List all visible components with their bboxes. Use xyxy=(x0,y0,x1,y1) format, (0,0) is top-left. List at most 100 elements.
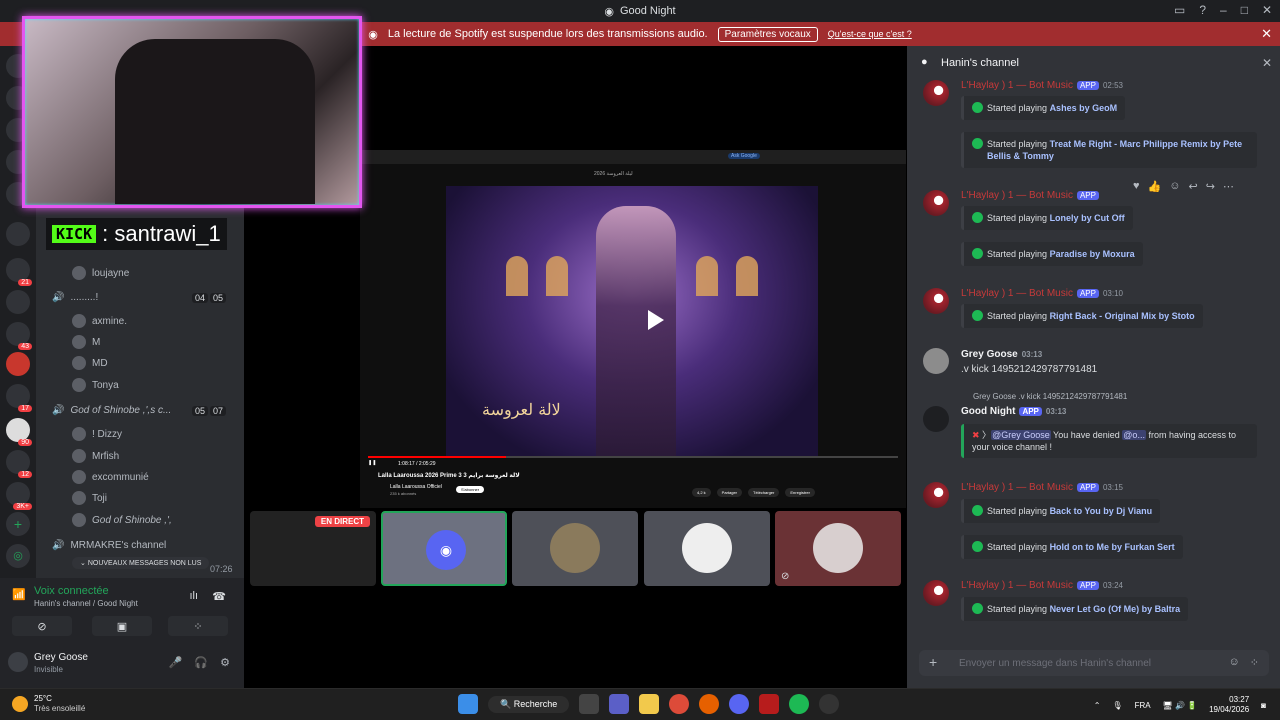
close-chat-icon[interactable]: ✕ xyxy=(1262,56,1272,70)
help-icon[interactable]: ? xyxy=(1199,3,1206,17)
discord-taskbar-icon[interactable] xyxy=(729,694,750,714)
server-icon[interactable] xyxy=(6,222,30,246)
track-link[interactable]: Never Let Go (Of Me) by Baltra xyxy=(1050,604,1181,614)
voice-location[interactable]: Hanin's channel / Good Night xyxy=(34,599,138,608)
message-input[interactable]: + Envoyer un message dans Hanin's channe… xyxy=(919,650,1269,676)
firefox-icon[interactable] xyxy=(699,694,720,714)
download-button[interactable]: Télécharger xyxy=(748,488,780,497)
avatar[interactable] xyxy=(8,652,28,672)
weather-widget[interactable]: 25°C Très ensoleillé xyxy=(12,694,85,714)
clock[interactable]: 03:27 19/04/2026 xyxy=(1209,695,1249,715)
message-author[interactable]: L'Haylay ) 1 — Bot Music APP xyxy=(961,190,1099,201)
track-link[interactable]: Paradise by Moxura xyxy=(1050,249,1135,259)
screen-share-button[interactable]: ▣ xyxy=(92,616,152,636)
save-button[interactable]: Enregistrer xyxy=(785,488,815,497)
track-link[interactable]: Hold on to Me by Furkan Sert xyxy=(1050,542,1175,552)
share-button[interactable]: Partager xyxy=(716,488,743,497)
voice-user[interactable]: MD xyxy=(72,356,108,370)
user-mention[interactable]: @Grey Goose xyxy=(991,430,1051,440)
ask-google-pill[interactable]: Ask Google xyxy=(728,153,760,159)
avatar[interactable] xyxy=(923,80,949,106)
voice-settings-button[interactable]: Paramètres vocaux xyxy=(717,26,818,42)
microphone-icon[interactable]: 🎤 xyxy=(169,656,183,669)
forward-icon[interactable]: ↪ xyxy=(1206,180,1215,193)
language-indicator[interactable]: FRA xyxy=(1135,701,1151,710)
avatar[interactable] xyxy=(923,288,949,314)
inbox-icon[interactable]: ▭ xyxy=(1174,3,1185,17)
voice-user[interactable]: loujayne xyxy=(72,266,129,280)
server-icon[interactable] xyxy=(6,290,30,314)
disconnect-icon[interactable]: ☎ xyxy=(212,590,226,603)
reply-preview[interactable]: Grey Goose .v kick 1495212429787791481 xyxy=(973,392,1127,401)
pause-icon[interactable]: ❚❚ xyxy=(368,460,376,466)
obs-icon[interactable] xyxy=(819,694,840,714)
task-view-icon[interactable] xyxy=(579,694,600,714)
chat-app-icon[interactable] xyxy=(609,694,630,714)
attach-icon[interactable]: + xyxy=(929,654,937,670)
taskbar-search[interactable]: 🔍 Recherche xyxy=(488,695,570,713)
emoji-icon[interactable]: ☺ xyxy=(1229,656,1240,669)
server-icon[interactable]: 17 xyxy=(6,384,32,412)
progress-bar[interactable] xyxy=(368,456,898,458)
avatar[interactable] xyxy=(923,406,949,432)
message-author[interactable]: L'Haylay ) 1 — Bot Music APP 03:15 xyxy=(961,482,1123,493)
thumbs-up-icon[interactable]: 👍 xyxy=(1148,180,1162,193)
add-server-icon[interactable]: + xyxy=(6,512,30,536)
message-author[interactable]: Good Night APP 03:13 xyxy=(961,406,1066,417)
server-icon[interactable]: 12 xyxy=(6,450,32,478)
add-reaction-icon[interactable]: ☺ xyxy=(1169,180,1180,193)
banner-info-link[interactable]: Qu'est-ce que c'est ? xyxy=(828,29,912,39)
notification-icon[interactable]: ◙ xyxy=(1261,701,1266,710)
minimize-button[interactable]: – xyxy=(1220,3,1227,17)
server-icon[interactable] xyxy=(6,352,30,376)
voice-user[interactable]: excommunié xyxy=(72,470,149,484)
subscribe-button[interactable]: S'abonner xyxy=(456,486,485,493)
voice-user[interactable]: Toji xyxy=(72,491,107,505)
noise-icon[interactable]: ılı xyxy=(189,590,198,602)
message-author[interactable]: L'Haylay ) 1 — Bot Music APP 03:24 xyxy=(961,580,1123,591)
discover-icon[interactable]: ◎ xyxy=(6,544,30,568)
avatar[interactable] xyxy=(923,482,949,508)
participant-tile[interactable] xyxy=(644,511,770,586)
track-link[interactable]: Ashes by GeoM xyxy=(1050,103,1118,113)
app-icon[interactable] xyxy=(759,694,780,714)
close-window-button[interactable]: ✕ xyxy=(1262,3,1272,17)
play-icon[interactable] xyxy=(648,310,664,330)
voice-channel[interactable]: 🔊.........! 04 05 xyxy=(52,292,234,303)
banner-close-icon[interactable]: ✕ xyxy=(1261,26,1272,42)
participant-tile[interactable]: ⊘ xyxy=(775,511,901,586)
voice-channel[interactable]: 🔊 MRMAKRE's channel xyxy=(52,540,166,551)
activities-button[interactable]: ⁘ xyxy=(168,616,228,636)
participant-tile[interactable] xyxy=(512,511,638,586)
message-author[interactable]: L'Haylay ) 1 — Bot Music APP 02:53 xyxy=(961,80,1123,91)
channel-name[interactable]: Lalla Laaroussa Officiel xyxy=(390,484,442,490)
server-icon[interactable]: 21 xyxy=(6,258,32,286)
spotify-taskbar-icon[interactable] xyxy=(789,694,810,714)
track-link[interactable]: Lonely by Cut Off xyxy=(1050,213,1125,223)
voice-user[interactable]: M xyxy=(72,335,100,349)
voice-user[interactable]: ! Dizzy xyxy=(72,427,122,441)
user-mention[interactable]: @o... xyxy=(1122,430,1146,440)
chevron-up-icon[interactable]: ⌃ xyxy=(1094,701,1101,710)
gear-icon[interactable]: ⚙ xyxy=(220,656,230,669)
server-icon[interactable]: 90 xyxy=(6,418,32,446)
stream-tile[interactable]: EN DIRECT xyxy=(250,511,376,586)
network-volume-icon[interactable]: 🖥 🔊 🔋 xyxy=(1163,701,1198,710)
like-button[interactable]: 4,2 k xyxy=(692,488,711,497)
windows-start-icon[interactable] xyxy=(458,694,478,714)
maximize-button[interactable]: □ xyxy=(1241,3,1248,17)
voice-user[interactable]: Tonya xyxy=(72,378,119,392)
heart-react-icon[interactable]: ♥ xyxy=(1133,180,1140,193)
server-icon[interactable]: 43 xyxy=(6,322,32,350)
avatar[interactable] xyxy=(923,190,949,216)
participant-tile[interactable]: ◉ xyxy=(381,511,507,586)
message-author[interactable]: Grey Goose 03:13 xyxy=(961,349,1042,360)
shared-screen[interactable]: Ask Google ليلة العروسة 2026 لالة لعروسة… xyxy=(360,150,906,508)
mic-tray-icon[interactable]: 🎙 xyxy=(1112,701,1122,710)
avatar[interactable] xyxy=(923,580,949,606)
headphones-icon[interactable]: 🎧 xyxy=(194,656,208,669)
chrome-icon[interactable] xyxy=(669,694,690,714)
voice-user[interactable]: God of Shinobe ,', xyxy=(72,513,172,527)
track-link[interactable]: Right Back - Original Mix by Stoto xyxy=(1050,311,1195,321)
apps-icon[interactable]: ⁘ xyxy=(1250,656,1259,669)
